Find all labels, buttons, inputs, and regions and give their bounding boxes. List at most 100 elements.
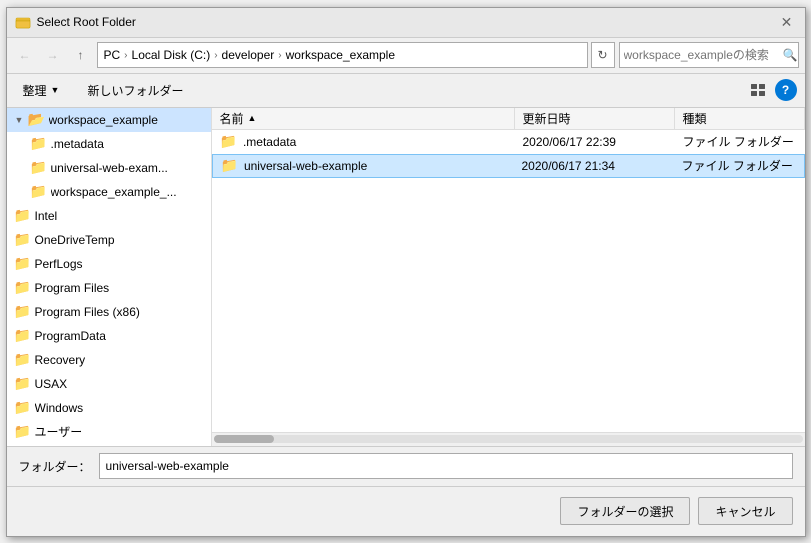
folder-icon: 📁 bbox=[31, 137, 47, 151]
tree-label: USAX bbox=[35, 377, 68, 391]
file-list-header: 名前 ▲ 更新日時 種類 bbox=[212, 108, 805, 130]
toolbar: 整理 ▼ 新しいフォルダー ? bbox=[7, 74, 805, 108]
col-type-label: 種類 bbox=[683, 110, 707, 127]
tree-item-programdata[interactable]: 📁 ProgramData bbox=[7, 324, 211, 348]
table-row[interactable]: 📁 .metadata 2020/06/17 22:39 ファイル フォルダー bbox=[212, 130, 805, 154]
tree-label: universal-web-exam... bbox=[51, 161, 168, 175]
folder-icon: 📁 bbox=[15, 353, 31, 367]
tree-label: .metadata bbox=[51, 137, 104, 151]
tree-item-workspace-example[interactable]: ▼ 📂 workspace_example bbox=[7, 108, 211, 132]
new-folder-button[interactable]: 新しいフォルダー bbox=[79, 77, 191, 103]
dialog-window: Select Root Folder ✕ ← → ↑ PC › Local Di… bbox=[6, 7, 806, 537]
folder-icon: 📁 bbox=[15, 329, 31, 343]
folder-icon: 📁 bbox=[15, 281, 31, 295]
tree-item-intel[interactable]: 📁 Intel bbox=[7, 204, 211, 228]
folder-open-icon: 📂 bbox=[29, 113, 45, 127]
tree-label: workspace_example_... bbox=[51, 185, 177, 199]
tree-label: ProgramData bbox=[35, 329, 106, 343]
h-scrollbar[interactable] bbox=[212, 432, 805, 446]
right-panel: 名前 ▲ 更新日時 種類 📁 .metadata 2020/06/17 bbox=[212, 108, 805, 446]
address-bar: ← → ↑ PC › Local Disk (C:) › developer ›… bbox=[7, 38, 805, 74]
title-bar: Select Root Folder ✕ bbox=[7, 8, 805, 38]
search-icon: 🔍 bbox=[783, 48, 798, 62]
folder-icon: 📁 bbox=[15, 257, 31, 271]
help-button[interactable]: ? bbox=[775, 79, 797, 101]
folder-icon: 📁 bbox=[31, 161, 47, 175]
left-panel: ▼ 📂 workspace_example 📁 .metadata 📁 univ… bbox=[7, 108, 212, 446]
tree-item-metadata[interactable]: 📁 .metadata bbox=[7, 132, 211, 156]
new-folder-label: 新しいフォルダー bbox=[87, 82, 183, 99]
close-button[interactable]: ✕ bbox=[777, 12, 797, 32]
tree-label: Program Files (x86) bbox=[35, 305, 140, 319]
breadcrumb-localdisk[interactable]: Local Disk (C:) bbox=[132, 48, 211, 62]
file-name: .metadata bbox=[243, 135, 296, 149]
tree-label: Intel bbox=[35, 209, 58, 223]
col-name-label: 名前 bbox=[220, 110, 244, 127]
file-cell-date: 2020/06/17 21:34 bbox=[514, 159, 674, 173]
tree-item-program-files-x86[interactable]: 📁 Program Files (x86) bbox=[7, 300, 211, 324]
tree-label: ユーザー bbox=[35, 423, 83, 440]
folder-icon: 📁 bbox=[220, 133, 237, 150]
view-button[interactable] bbox=[745, 77, 771, 103]
tree-item-perflogs[interactable]: 📁 PerfLogs bbox=[7, 252, 211, 276]
sort-arrow: ▲ bbox=[248, 113, 257, 123]
folder-icon: 📁 bbox=[15, 209, 31, 223]
tree-item-windows[interactable]: 📁 Windows bbox=[7, 396, 211, 420]
col-header-type[interactable]: 種類 bbox=[675, 108, 805, 129]
file-cell-date: 2020/06/17 22:39 bbox=[515, 135, 675, 149]
dialog-title: Select Root Folder bbox=[37, 15, 136, 29]
tree-label: Program Files bbox=[35, 281, 110, 295]
file-cell-name: 📁 universal-web-example bbox=[213, 157, 514, 174]
breadcrumb-pc[interactable]: PC bbox=[104, 48, 121, 62]
organize-label: 整理 bbox=[23, 82, 47, 99]
table-row[interactable]: 📁 universal-web-example 2020/06/17 21:34… bbox=[212, 154, 805, 178]
tree-item-usax[interactable]: 📁 USAX bbox=[7, 372, 211, 396]
bottom-bar: フォルダー： bbox=[7, 446, 805, 486]
cancel-button[interactable]: キャンセル bbox=[698, 497, 792, 525]
forward-button[interactable]: → bbox=[41, 43, 65, 67]
col-header-name[interactable]: 名前 ▲ bbox=[212, 108, 515, 129]
tree-label: workspace_example bbox=[49, 113, 158, 127]
main-area: ▼ 📂 workspace_example 📁 .metadata 📁 univ… bbox=[7, 108, 805, 446]
tree-label: OneDriveTemp bbox=[35, 233, 115, 247]
folder-icon: 📁 bbox=[15, 377, 31, 391]
folder-icon: 📁 bbox=[15, 425, 31, 439]
file-list-body: 📁 .metadata 2020/06/17 22:39 ファイル フォルダー … bbox=[212, 130, 805, 432]
tree-item-recovery[interactable]: 📁 Recovery bbox=[7, 348, 211, 372]
refresh-button[interactable]: ↻ bbox=[591, 42, 615, 68]
tree-label: Windows bbox=[35, 401, 84, 415]
tree-item-users-jp[interactable]: 📁 ユーザー bbox=[7, 420, 211, 444]
file-cell-name: 📁 .metadata bbox=[212, 133, 515, 150]
breadcrumb-developer[interactable]: developer bbox=[222, 48, 275, 62]
folder-icon: 📁 bbox=[15, 401, 31, 415]
breadcrumb-bar: PC › Local Disk (C:) › developer › works… bbox=[97, 42, 588, 68]
folder-icon: 📁 bbox=[15, 305, 31, 319]
folder-label: フォルダー： bbox=[19, 458, 91, 475]
col-date-label: 更新日時 bbox=[523, 110, 571, 127]
file-cell-type: ファイル フォルダー bbox=[674, 157, 804, 174]
dialog-icon bbox=[15, 14, 31, 30]
tree-label: PerfLogs bbox=[35, 257, 83, 271]
tree-item-onedrivetemp[interactable]: 📁 OneDriveTemp bbox=[7, 228, 211, 252]
folder-icon: 📁 bbox=[31, 185, 47, 199]
tree-label: Recovery bbox=[35, 353, 86, 367]
toolbar-right: ? bbox=[745, 77, 797, 103]
select-folder-button[interactable]: フォルダーの選択 bbox=[560, 497, 690, 525]
breadcrumb-workspace[interactable]: workspace_example bbox=[286, 48, 395, 62]
folder-icon: 📁 bbox=[221, 157, 238, 174]
tree-item-program-files[interactable]: 📁 Program Files bbox=[7, 276, 211, 300]
up-button[interactable]: ↑ bbox=[69, 43, 93, 67]
organize-arrow: ▼ bbox=[51, 85, 60, 95]
folder-input[interactable] bbox=[99, 453, 793, 479]
col-header-date[interactable]: 更新日時 bbox=[515, 108, 675, 129]
search-box: 🔍 bbox=[619, 42, 799, 68]
back-button[interactable]: ← bbox=[13, 43, 37, 67]
tree-item-universal-web[interactable]: 📁 universal-web-exam... bbox=[7, 156, 211, 180]
action-buttons: フォルダーの選択 キャンセル bbox=[7, 486, 805, 536]
title-bar-left: Select Root Folder bbox=[15, 14, 136, 30]
expand-icon: ▼ bbox=[15, 115, 25, 125]
tree-item-workspace-example-sub[interactable]: 📁 workspace_example_... bbox=[7, 180, 211, 204]
search-input[interactable] bbox=[624, 48, 779, 62]
file-cell-type: ファイル フォルダー bbox=[675, 133, 805, 150]
organize-button[interactable]: 整理 ▼ bbox=[15, 77, 68, 103]
